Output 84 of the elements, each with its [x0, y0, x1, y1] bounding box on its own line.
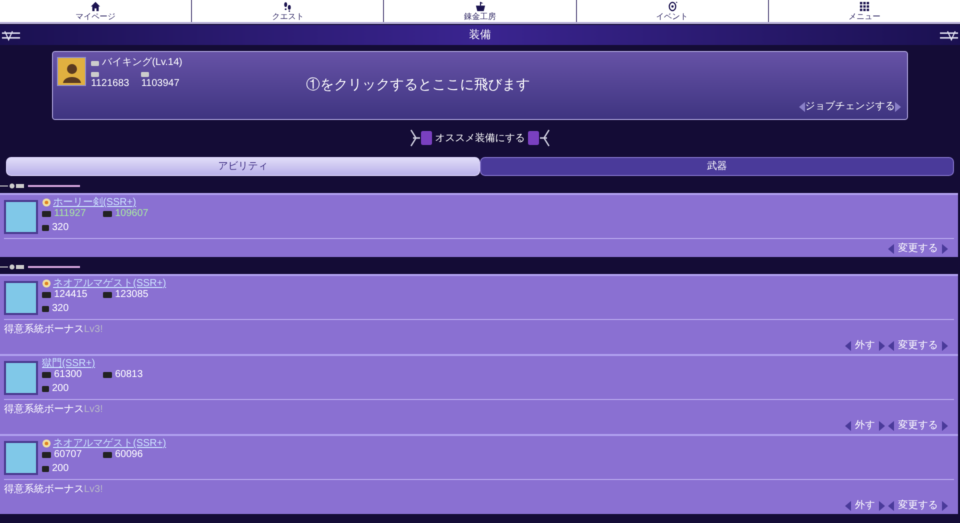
footprints-icon [282, 1, 294, 12]
item-name-link[interactable]: ネオアルマゲスト(SSR+) [53, 438, 166, 449]
corner-ornament-icon [939, 30, 959, 40]
def-tag-icon [103, 210, 112, 216]
job-change-button[interactable]: ジョブチェンジする [799, 99, 901, 114]
action-button[interactable]: 変更する [888, 243, 948, 255]
level-tag-icon [42, 466, 49, 472]
def-value: 109607 [115, 208, 148, 219]
arrow-left-icon [888, 501, 894, 511]
tab[interactable]: 武器 [480, 157, 954, 176]
atk-tag-icon [42, 372, 51, 378]
level-value: 320 [52, 222, 69, 233]
arrow-right-icon [942, 341, 948, 351]
atk-value: 60707 [54, 449, 83, 460]
arrow-right-icon [942, 244, 948, 254]
def-tag-icon [103, 292, 112, 298]
arrow-left-icon [845, 501, 851, 511]
arrow-left-icon [888, 244, 894, 254]
level-tag-icon [42, 224, 49, 230]
def-tag-icon [103, 372, 112, 378]
arrow-right-icon [879, 341, 885, 351]
item-thumbnail [4, 361, 38, 395]
arrow-left-icon [845, 421, 851, 431]
job-tag-icon [91, 60, 99, 66]
arrow-right-icon [879, 421, 885, 431]
character-name: バイキング(Lv.14) [102, 57, 182, 69]
arrow-right-icon [895, 102, 901, 112]
item-name-link[interactable]: ホーリー剣(SSR+) [53, 197, 136, 208]
arrow-left-icon [799, 102, 805, 112]
star-burst-icon [42, 198, 51, 207]
atk-value: 111927 [54, 208, 87, 219]
atk-tag-icon [91, 72, 99, 77]
atk-tag-icon [42, 452, 51, 458]
atk-value: 61300 [54, 369, 83, 380]
atk-value: 1121683 [91, 78, 130, 90]
arrow-left-icon [888, 421, 894, 431]
bonus-text: 得意系統ボーナスLv3! [4, 324, 104, 336]
def-value: 60096 [115, 449, 143, 460]
corner-ornament-icon [1, 30, 21, 40]
atk-tag-icon [42, 210, 51, 216]
action-button[interactable]: 変更する [888, 420, 948, 432]
event-icon [666, 1, 678, 12]
star-burst-icon [42, 279, 51, 288]
def-tag-icon [141, 72, 150, 77]
level-tag-icon [42, 386, 49, 392]
level-value: 320 [52, 303, 69, 314]
item-thumbnail [4, 200, 38, 234]
ornament-gem-icon [527, 128, 550, 148]
recommend-button[interactable]: オススメ装備にする [410, 127, 550, 149]
def-tag-icon [103, 452, 112, 458]
ornament-gem-icon [410, 128, 433, 148]
menu-icon [858, 1, 870, 12]
item-name-link[interactable]: ネオアルマゲスト(SSR+) [53, 278, 166, 289]
atk-tag-icon [42, 292, 51, 298]
cauldron-icon [474, 1, 486, 12]
arrow-left-icon [845, 341, 851, 351]
def-value: 123085 [115, 289, 148, 300]
item-thumbnail [4, 441, 38, 475]
item-name-link[interactable]: 獄門(SSR+) [42, 358, 96, 369]
action-button[interactable]: 外す [845, 500, 885, 512]
action-button[interactable]: 外す [845, 420, 885, 432]
arrow-left-icon [888, 341, 894, 351]
bonus-text: 得意系統ボーナスLv3! [4, 484, 104, 496]
def-value: 60813 [115, 369, 143, 380]
action-button[interactable]: 変更する [888, 500, 948, 512]
atk-value: 124415 [54, 289, 88, 300]
arrow-right-icon [942, 421, 948, 431]
level-tag-icon [42, 306, 49, 312]
notice-text: ①をクリックするとここに飛びます [306, 75, 530, 94]
def-value: 1103947 [141, 78, 180, 90]
action-button[interactable]: 外す [845, 340, 885, 352]
bonus-text: 得意系統ボーナスLv3! [4, 404, 104, 416]
arrow-right-icon [879, 501, 885, 511]
section-header-ornament-icon [0, 264, 80, 270]
item-thumbnail [4, 281, 38, 315]
section-header-ornament-icon [0, 183, 80, 189]
action-button[interactable]: 変更する [888, 340, 948, 352]
star-burst-icon [42, 439, 51, 448]
page-title: 装備 [469, 28, 491, 43]
level-value: 200 [52, 463, 69, 474]
level-value: 200 [52, 383, 69, 394]
home-icon [90, 1, 102, 12]
arrow-right-icon [942, 501, 948, 511]
tab[interactable]: アビリティ [6, 157, 480, 176]
